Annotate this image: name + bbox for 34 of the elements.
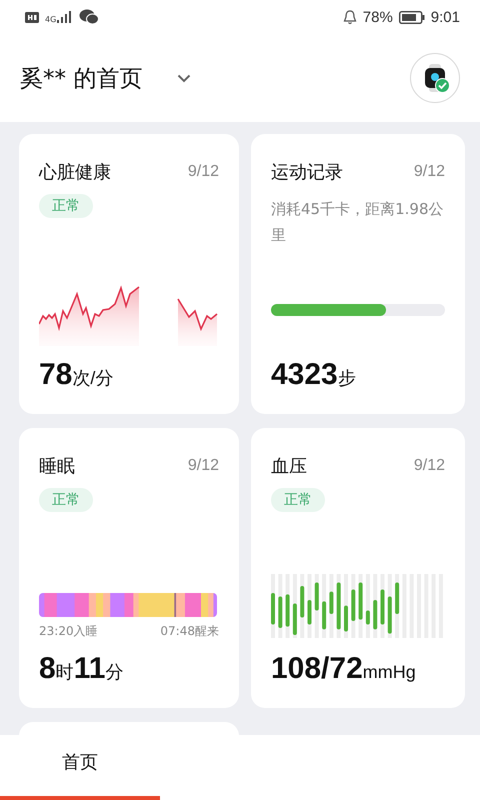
card-title: 运动记录 (271, 161, 343, 184)
card-date: 9/12 (188, 163, 219, 181)
card-value: 8时11分 (39, 652, 124, 686)
page-title: 奚** 的首页 (20, 64, 142, 94)
wake-time: 07:48醒来 (160, 623, 219, 640)
card-date: 9/12 (414, 163, 445, 181)
card-title: 心脏健康 (39, 161, 111, 184)
card-date: 9/12 (188, 457, 219, 475)
chat-icon (79, 9, 100, 25)
network-type: 4G (45, 15, 56, 24)
card-title: 睡眠 (39, 455, 75, 478)
health-card[interactable]: 心脏健康 9/12 正常 78次/分 (19, 134, 239, 414)
card-value: 4323步 (271, 358, 356, 392)
battery-icon (398, 10, 425, 24)
card-date: 9/12 (414, 457, 445, 475)
status-badge: 正常 (39, 194, 93, 218)
card-title: 血压 (271, 455, 307, 478)
signal-icon (57, 11, 74, 23)
health-card[interactable]: 血压 9/12 正常 108/72mmHg (251, 428, 465, 708)
status-badge: 正常 (39, 488, 93, 512)
chevron-down-icon[interactable] (177, 74, 192, 82)
health-card[interactable]: 睡眠 9/12 正常 23:20入睡 07:48醒来 8时11分 (19, 428, 239, 708)
clock: 9:01 (430, 8, 460, 26)
device-button[interactable] (410, 53, 460, 103)
status-badge: 正常 (271, 488, 325, 512)
check-badge-icon (435, 78, 450, 93)
bell-icon (342, 10, 357, 24)
battery-percent: 78% (362, 8, 393, 26)
card-value: 78次/分 (39, 358, 114, 392)
sleep-start-time: 23:20入睡 (39, 623, 98, 640)
card-value: 108/72mmHg (271, 652, 416, 686)
card-description: 消耗45千卡，距离1.98公里 (271, 199, 444, 246)
health-card[interactable]: 运动记录 9/12 消耗45千卡，距离1.98公里 4323步 (251, 134, 465, 414)
hd-icon (25, 12, 39, 22)
